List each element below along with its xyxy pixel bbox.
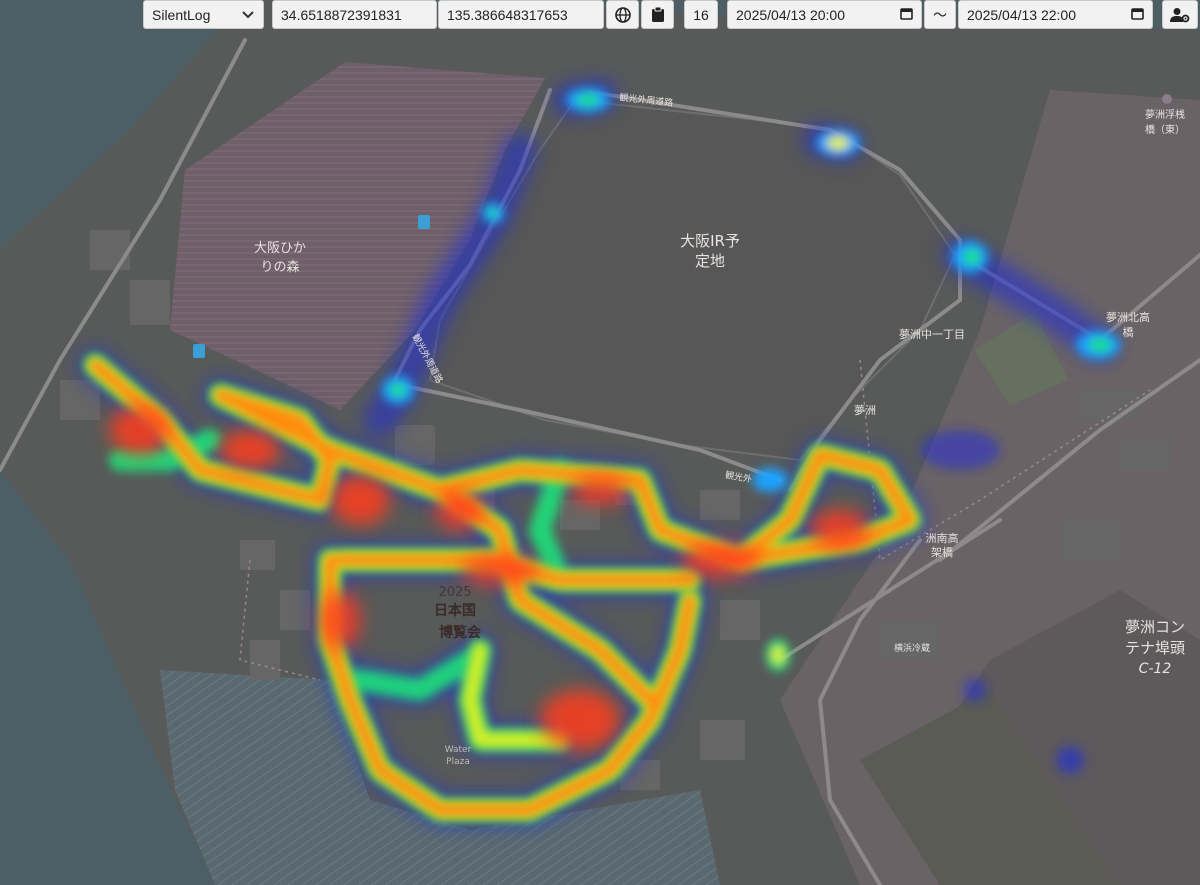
calendar-icon[interactable] (900, 7, 913, 23)
source-select-value: SilentLog (152, 6, 211, 23)
source-select[interactable]: SilentLog (143, 0, 264, 29)
user-settings-icon (1170, 7, 1190, 22)
ir-site-label-2: 定地 (695, 252, 725, 270)
ferry-bridge-label-1: 夢洲浮桟 (1145, 108, 1185, 121)
latitude-input[interactable] (272, 0, 437, 29)
hikari-forest-label-1: 大阪ひか (254, 241, 306, 256)
range-separator-text: 〜 (933, 6, 947, 23)
clipboard-icon (651, 6, 664, 22)
globe-icon (614, 6, 631, 23)
bus-stop-icon (418, 215, 430, 229)
expo-year-label: 2025 (438, 585, 471, 600)
longitude-field[interactable] (447, 6, 595, 23)
zoom-value: 16 (693, 6, 709, 23)
anchor-icon (1162, 94, 1172, 104)
north-bridge-label-1: 夢洲北高 (1106, 310, 1150, 324)
chome-label: 夢洲中一丁目 (899, 328, 965, 341)
heatmap-map[interactable]: 大阪IR予 定地 大阪ひか りの森 2025 日本国 博覧会 夢洲コン テナ埠頭… (0, 0, 1200, 885)
user-settings-button[interactable] (1162, 0, 1198, 29)
start-datetime-value: 2025/04/13 20:00 (736, 6, 845, 23)
end-datetime-value: 2025/04/13 22:00 (967, 6, 1076, 23)
globe-button[interactable] (606, 0, 639, 29)
expo-label-1: 日本国 (434, 602, 476, 619)
south-bridge-label-1: 洲南高 (926, 531, 959, 545)
water-plaza-label-1: Water (445, 745, 472, 755)
container-label-1: 夢洲コン (1125, 618, 1185, 636)
container-label-3: C-12 (1139, 661, 1172, 677)
longitude-input[interactable] (438, 0, 604, 29)
ir-site-label-1: 大阪IR予 (680, 232, 740, 250)
range-separator: 〜 (924, 0, 956, 29)
ferry-bridge-label-2: 橋（東） (1145, 123, 1185, 136)
calendar-icon[interactable] (1131, 7, 1144, 23)
hikari-forest-label-2: りの森 (260, 260, 299, 275)
start-datetime-input[interactable]: 2025/04/13 20:00 (727, 0, 922, 29)
north-bridge-label-2: 橋 (1123, 325, 1134, 339)
clipboard-button[interactable] (641, 0, 674, 29)
south-bridge-label-2: 架橋 (931, 545, 953, 559)
chevron-down-icon (241, 7, 255, 23)
water-plaza-label-2: Plaza (446, 757, 470, 767)
container-label-2: テナ埠頭 (1125, 639, 1185, 657)
latitude-field[interactable] (281, 6, 428, 23)
yokohama-label: 横浜冷蔵 (894, 642, 930, 654)
yumeshima-label: 夢洲 (854, 404, 876, 417)
zoom-input[interactable]: 16 (684, 0, 718, 29)
end-datetime-input[interactable]: 2025/04/13 22:00 (958, 0, 1153, 29)
expo-label-2: 博覧会 (439, 624, 482, 641)
bus-stop-icon (193, 344, 205, 358)
